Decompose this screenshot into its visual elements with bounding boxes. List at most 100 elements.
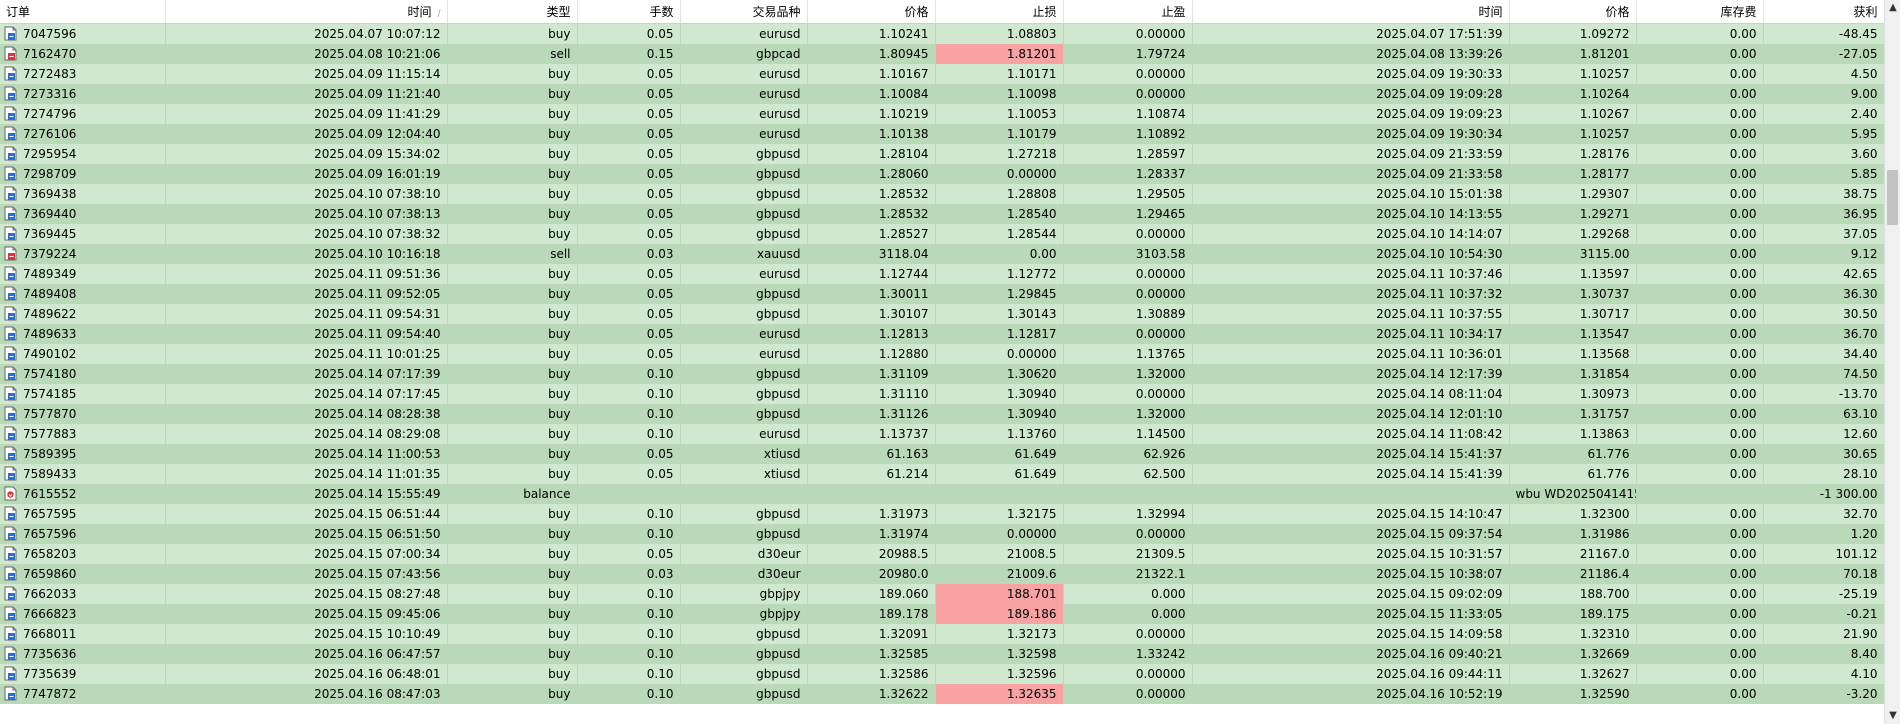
close-time-cell: 2025.04.11 10:34:17 — [1192, 324, 1510, 344]
open-price-cell: 1.28532 — [807, 204, 936, 224]
stop-loss-cell: 0.00000 — [935, 164, 1064, 184]
table-row[interactable]: 7298709 2025.04.09 16:01:19 buy 0.05 gbpusd 1… — [0, 164, 1885, 184]
symbol-cell — [680, 484, 808, 504]
open-price-cell: 1.13737 — [807, 424, 936, 444]
table-row[interactable]: 7577883 2025.04.14 08:29:08 buy 0.10 eurusd 1… — [0, 424, 1885, 444]
symbol-cell: gbpusd — [680, 364, 808, 384]
type-cell: buy — [447, 404, 578, 424]
symbol-cell: gbpusd — [680, 224, 808, 244]
table-row[interactable]: 7489408 2025.04.11 09:52:05 buy 0.05 gbpusd 1… — [0, 284, 1885, 304]
table-row[interactable]: 7747872 2025.04.16 08:47:03 buy 0.10 gbpusd 1… — [0, 684, 1885, 704]
lots-cell: 0.03 — [577, 244, 681, 264]
take-profit-cell: 0.00000 — [1063, 524, 1193, 544]
profit-cell: -27.05 — [1763, 44, 1885, 64]
open-time-cell: 2025.04.16 08:47:03 — [165, 684, 448, 704]
vertical-scrollbar[interactable]: ▲ ▼ — [1884, 0, 1900, 724]
column-header-open-price[interactable]: 价格 — [807, 0, 936, 24]
table-row[interactable]: 7047596 2025.04.07 10:07:12 buy 0.05 eurusd 1… — [0, 23, 1885, 44]
table-row[interactable]: 7589433 2025.04.14 11:01:35 buy 0.05 xtiusd 6… — [0, 464, 1885, 484]
table-row[interactable]: 7272483 2025.04.09 11:15:14 buy 0.05 eurusd 1… — [0, 64, 1885, 84]
symbol-cell: xauusd — [680, 244, 808, 264]
table-row[interactable]: 7666823 2025.04.15 09:45:06 buy 0.10 gbpjpy 1… — [0, 604, 1885, 624]
column-header-open-time[interactable]: 时间 / — [165, 0, 448, 24]
lots-cell: 0.10 — [577, 404, 681, 424]
table-row[interactable]: 7274796 2025.04.09 11:41:29 buy 0.05 eurusd 1… — [0, 104, 1885, 124]
column-header-swap[interactable]: 库存费 — [1636, 0, 1764, 24]
open-time-cell: 2025.04.10 07:38:13 — [165, 204, 448, 224]
symbol-cell: gbpusd — [680, 684, 808, 704]
type-cell: buy — [447, 324, 578, 344]
close-time-cell: 2025.04.08 13:39:26 — [1192, 44, 1510, 64]
swap-cell: 0.00 — [1636, 64, 1764, 84]
column-header-lots[interactable]: 手数 — [577, 0, 681, 24]
table-row[interactable]: 7574185 2025.04.14 07:17:45 buy 0.10 gbpusd 1… — [0, 384, 1885, 404]
column-header-stop-loss[interactable]: 止损 — [935, 0, 1064, 24]
swap-cell: 0.00 — [1636, 544, 1764, 564]
buy-order-icon — [4, 426, 23, 441]
open-price-cell: 1.10219 — [807, 104, 936, 124]
scroll-down-arrow-icon[interactable]: ▼ — [1887, 710, 1899, 722]
table-row[interactable]: 7489622 2025.04.11 09:54:31 buy 0.05 gbpusd 1… — [0, 304, 1885, 324]
close-price-cell: 1.31757 — [1509, 404, 1637, 424]
table-row[interactable]: 7735639 2025.04.16 06:48:01 buy 0.10 gbpusd 1… — [0, 664, 1885, 684]
lots-cell: 0.05 — [577, 84, 681, 104]
open-price-cell: 1.32585 — [807, 644, 936, 664]
table-row[interactable]: 7369438 2025.04.10 07:38:10 buy 0.05 gbpusd 1… — [0, 184, 1885, 204]
buy-order-icon — [4, 386, 23, 401]
scroll-up-arrow-icon[interactable]: ▲ — [1887, 2, 1899, 14]
table-row[interactable]: 7276106 2025.04.09 12:04:40 buy 0.05 eurusd 1… — [0, 124, 1885, 144]
buy-order-icon — [4, 146, 23, 161]
stop-loss-cell: 0.00000 — [935, 344, 1064, 364]
profit-cell: 5.95 — [1763, 124, 1885, 144]
table-row[interactable]: 7489633 2025.04.11 09:54:40 buy 0.05 eurusd 1… — [0, 324, 1885, 344]
column-header-symbol[interactable]: 交易品种 — [680, 0, 808, 24]
close-price-cell: 188.700 — [1509, 584, 1637, 604]
type-cell: buy — [447, 424, 578, 444]
column-header-label: 交易品种 — [752, 5, 801, 19]
close-time-cell: 2025.04.15 14:10:47 — [1192, 504, 1510, 524]
column-header-profit[interactable]: 获利 — [1763, 0, 1885, 24]
type-cell: buy — [447, 544, 578, 564]
table-row[interactable]: 7615552 2025.04.14 15:55:49 balance wbu WD2… — [0, 484, 1885, 504]
close-price-cell: 61.776 — [1509, 464, 1637, 484]
close-time-cell: 2025.04.09 19:09:23 — [1192, 104, 1510, 124]
table-row[interactable]: 7489349 2025.04.11 09:51:36 buy 0.05 eurusd 1… — [0, 264, 1885, 284]
table-row[interactable]: 7490102 2025.04.11 10:01:25 buy 0.05 eurusd 1… — [0, 344, 1885, 364]
column-header-order[interactable]: 订单 — [0, 0, 166, 24]
column-header-type[interactable]: 类型 — [447, 0, 578, 24]
table-row[interactable]: 7657595 2025.04.15 06:51:44 buy 0.10 gbpusd 1… — [0, 504, 1885, 524]
column-header-close-price[interactable]: 价格 — [1509, 0, 1637, 24]
table-row[interactable]: 7369440 2025.04.10 07:38:13 buy 0.05 gbpusd 1… — [0, 204, 1885, 224]
close-time-cell: 2025.04.09 19:30:33 — [1192, 64, 1510, 84]
table-row[interactable]: 7659860 2025.04.15 07:43:56 buy 0.03 d30eur 2… — [0, 564, 1885, 584]
take-profit-cell: 1.28337 — [1063, 164, 1193, 184]
profit-cell: 70.18 — [1763, 564, 1885, 584]
open-time-cell: 2025.04.10 07:38:32 — [165, 224, 448, 244]
table-row[interactable]: 7577870 2025.04.14 08:28:38 buy 0.10 gbpusd 1… — [0, 404, 1885, 424]
stop-loss-cell: 1.30620 — [935, 364, 1064, 384]
column-header-close-time[interactable]: 时间 — [1192, 0, 1510, 24]
table-row[interactable]: 7574180 2025.04.14 07:17:39 buy 0.10 gbpusd 1… — [0, 364, 1885, 384]
column-header-take-profit[interactable]: 止盈 — [1063, 0, 1193, 24]
table-row[interactable]: 7273316 2025.04.09 11:21:40 buy 0.05 eurusd 1… — [0, 84, 1885, 104]
table-row[interactable]: 7369445 2025.04.10 07:38:32 buy 0.05 gbpusd 1… — [0, 224, 1885, 244]
table-row[interactable]: 7379224 2025.04.10 10:16:18 sell 0.03 xauusd… — [0, 244, 1885, 264]
scrollbar-thumb[interactable] — [1887, 170, 1898, 225]
table-row[interactable]: 7657596 2025.04.15 06:51:50 buy 0.10 gbpusd 1… — [0, 524, 1885, 544]
table-row[interactable]: 7735636 2025.04.16 06:47:57 buy 0.10 gbpusd 1… — [0, 644, 1885, 664]
order-cell: 7666823 — [0, 604, 166, 624]
symbol-cell: eurusd — [680, 424, 808, 444]
close-time-cell: 2025.04.07 17:51:39 — [1192, 23, 1510, 44]
open-price-cell: 189.178 — [807, 604, 936, 624]
type-cell: buy — [447, 64, 578, 84]
table-row[interactable]: 7668011 2025.04.15 10:10:49 buy 0.10 gbpusd 1… — [0, 624, 1885, 644]
take-profit-cell: 0.00000 — [1063, 224, 1193, 244]
profit-cell: 42.65 — [1763, 264, 1885, 284]
table-row[interactable]: 7589395 2025.04.14 11:00:53 buy 0.05 xtiusd 6… — [0, 444, 1885, 464]
table-row[interactable]: 7658203 2025.04.15 07:00:34 buy 0.05 d30eur 2… — [0, 544, 1885, 564]
column-header-label: 止盈 — [1161, 5, 1186, 19]
table-row[interactable]: 7162470 2025.04.08 10:21:06 sell 0.15 gbpcad… — [0, 44, 1885, 64]
table-row[interactable]: 7295954 2025.04.09 15:34:02 buy 0.05 gbpusd 1… — [0, 144, 1885, 164]
open-price-cell: 1.10138 — [807, 124, 936, 144]
table-row[interactable]: 7662033 2025.04.15 08:27:48 buy 0.10 gbpjpy 1… — [0, 584, 1885, 604]
